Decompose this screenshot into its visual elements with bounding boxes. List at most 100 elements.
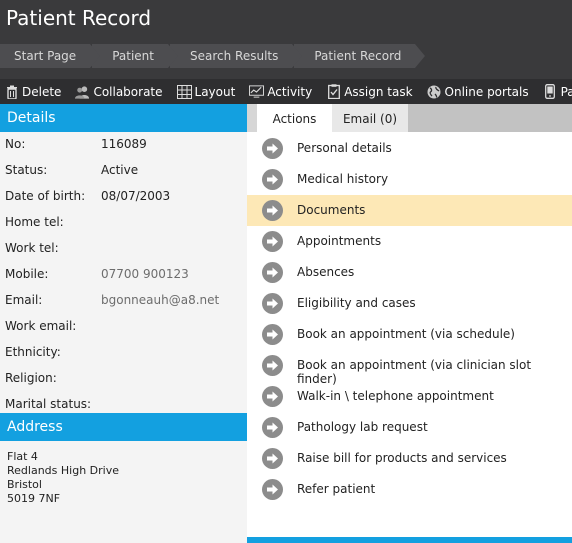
detail-label: Work email: [5,319,77,333]
globe-icon [427,84,442,99]
detail-value: 116089 [101,137,147,151]
detail-label: No: [5,137,26,151]
action-item[interactable]: Book an appointment (via schedule) [247,319,572,350]
bottom-accent-bar [247,537,572,543]
arrow-right-icon [262,138,283,159]
action-label: Appointments [297,234,382,248]
tab-actions[interactable]: Actions [257,104,332,132]
tab-bar-filler [408,104,572,132]
arrow-right-icon [262,479,283,500]
tab-email[interactable]: Email (0) [332,104,408,132]
action-label: Personal details [297,141,392,155]
patient-communication-button[interactable]: Patient c [543,79,572,104]
arrow-right-icon [262,231,283,252]
detail-label: Status: [5,163,48,177]
action-label: Book an appointment (via schedule) [297,327,515,341]
address-block: Flat 4 Redlands High Drive Bristol 5019 … [7,450,119,506]
action-item[interactable]: Book an appointment (via clinician slot … [247,350,572,386]
detail-label: Home tel: [5,215,64,229]
action-item[interactable]: Absences [247,257,572,288]
detail-value: 08/07/2003 [101,189,171,203]
breadcrumb-patient-record[interactable]: Patient Record [294,44,426,68]
online-portals-label: Online portals [444,84,529,99]
address-heading: Address [0,413,247,441]
arrow-right-icon [262,200,283,221]
detail-label: Ethnicity: [5,345,61,359]
action-item[interactable]: Medical history [247,164,572,195]
detail-row-marital-status: Marital status: [0,392,247,413]
arrow-right-icon [262,448,283,469]
action-label: Pathology lab request [297,420,428,434]
page-title: Patient Record [6,6,152,30]
breadcrumb-search-results[interactable]: Search Results [169,44,303,68]
breadcrumb-patient[interactable]: Patient [92,44,178,68]
arrow-right-icon [262,417,283,438]
action-item[interactable]: Pathology lab request [247,412,572,443]
address-line: Flat 4 [7,450,38,463]
activity-icon [249,84,265,99]
details-section: No: 116089 Status: Active Date of birth:… [0,132,247,413]
action-item[interactable]: Raise bill for products and services [247,443,572,474]
action-label: Eligibility and cases [297,296,416,310]
address-line: Bristol [7,478,42,491]
detail-label: Date of birth: [5,189,86,203]
collaborate-button[interactable]: Collaborate [75,79,163,104]
assign-task-button[interactable]: Assign task [326,79,413,104]
mobile-link[interactable]: 07700 900123 [101,267,189,281]
action-label: Walk-in \ telephone appointment [297,389,494,403]
action-label: Medical history [297,172,389,186]
patient-communication-label: Patient c [560,84,572,99]
detail-row-date-of-birth: Date of birth: 08/07/2003 [0,184,247,210]
detail-row-work-email: Work email: [0,314,247,340]
breadcrumb-start-page[interactable]: Start Page [0,44,101,68]
action-label: Raise bill for products and services [297,451,507,465]
action-item[interactable]: Eligibility and cases [247,288,572,319]
address-line: 5019 7NF [7,492,61,505]
detail-row-no: No: 116089 [0,132,247,158]
arrow-right-icon [262,355,283,376]
detail-label: Marital status: [5,397,92,411]
detail-label: Religion: [5,371,57,385]
layout-button[interactable]: Layout [176,79,236,104]
arrow-right-icon [262,324,283,345]
details-heading: Details [0,104,247,132]
trash-icon [4,84,19,99]
detail-row-mobile: Mobile: 07700 900123 [0,262,247,288]
app-header: Patient Record Start Page Patient Search… [0,0,572,79]
detail-row-ethnicity: Ethnicity: [0,340,247,366]
action-label: Refer patient [297,482,376,496]
action-label: Documents [297,203,366,217]
arrow-right-icon [262,262,283,283]
action-item[interactable]: Personal details [247,133,572,164]
action-label: Absences [297,265,355,279]
detail-label: Email: [5,293,43,307]
assign-task-label: Assign task [344,84,413,99]
email-link[interactable]: bgonneauh@a8.net [101,293,219,307]
clipboard-icon [326,84,341,99]
detail-row-home-tel: Home tel: [0,210,247,236]
action-item[interactable]: Documents [247,195,572,226]
activity-label: Activity [267,84,313,99]
arrow-right-icon [262,293,283,314]
activity-button[interactable]: Activity [249,79,312,104]
users-icon [75,84,90,99]
arrow-right-icon [262,169,283,190]
detail-label: Work tel: [5,241,59,255]
action-item[interactable]: Refer patient [247,474,572,505]
detail-row-work-tel: Work tel: [0,236,247,262]
action-item[interactable]: Walk-in \ telephone appointment [247,381,572,412]
actions-list: Personal details Medical history Documents… [247,133,572,505]
layout-label: Layout [194,84,236,99]
tab-bar: Actions Email (0) [247,104,572,132]
detail-row-status: Status: Active [0,158,247,184]
delete-button[interactable]: Delete [4,79,61,104]
address-line: Redlands High Drive [7,464,119,477]
action-item[interactable]: Appointments [247,226,572,257]
online-portals-button[interactable]: Online portals [427,79,529,104]
detail-row-email: Email: bgonneauh@a8.net [0,288,247,314]
detail-value: Active [101,163,139,177]
delete-label: Delete [22,84,62,99]
grid-icon [176,84,192,99]
breadcrumb: Start Page Patient Search Results Patien… [0,44,426,68]
detail-row-religion: Religion: [0,366,247,392]
